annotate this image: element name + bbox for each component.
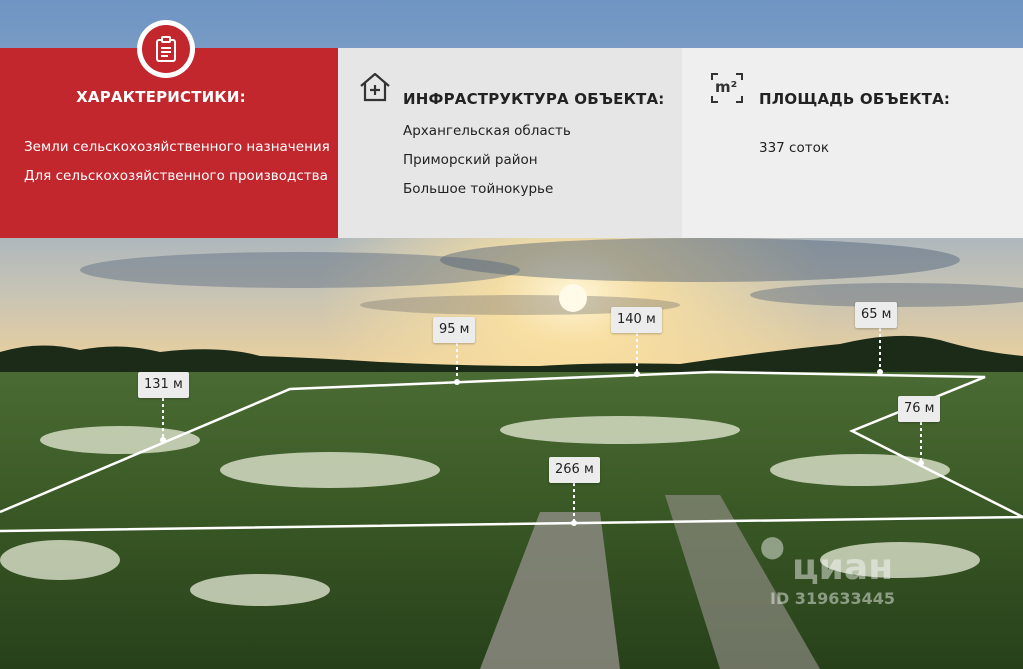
area-title: ПЛОЩАДЬ ОБЪЕКТА: [759,90,951,108]
infrastructure-panel: ИНФРАСТРУКТУРА ОБЪЕКТА: Архангельская об… [338,48,682,238]
area-icon-label: m² [715,78,738,96]
clipboard-icon [156,36,176,62]
infrastructure-title: ИНФРАСТРУКТУРА ОБЪЕКТА: [403,90,665,108]
house-plus-icon [360,72,390,102]
area-value: 337 соток [759,140,830,156]
clipboard-badge [137,20,195,78]
dimension-label: 76 м [898,396,941,422]
infrastructure-item: Приморский район [403,152,538,168]
infrastructure-item: Большое тойнокурье [403,181,554,197]
characteristics-title: ХАРАКТЕРИСТИКИ: [76,88,246,106]
characteristics-item: Для сельскохозяйственного производства [24,168,328,184]
dimension-label: 140 м [611,307,662,333]
infrastructure-item: Архангельская область [403,123,571,139]
dimension-label: 131 м [138,372,189,398]
watermark-id: ID 319633445 [770,589,895,608]
dimension-label: 266 м [549,457,600,483]
area-icon: m² [710,72,744,104]
watermark: ⬤ циан ID 319633445 [760,535,960,615]
dimension-label: 65 м [855,302,898,328]
area-panel: m² ПЛОЩАДЬ ОБЪЕКТА: 337 соток [682,48,1023,238]
characteristics-item: Земли сельскохозяйственного назначения [24,139,330,155]
location-pin-icon: ⬤ [760,535,785,560]
watermark-brand: циан [792,547,894,588]
dimension-label: 95 м [433,317,476,343]
